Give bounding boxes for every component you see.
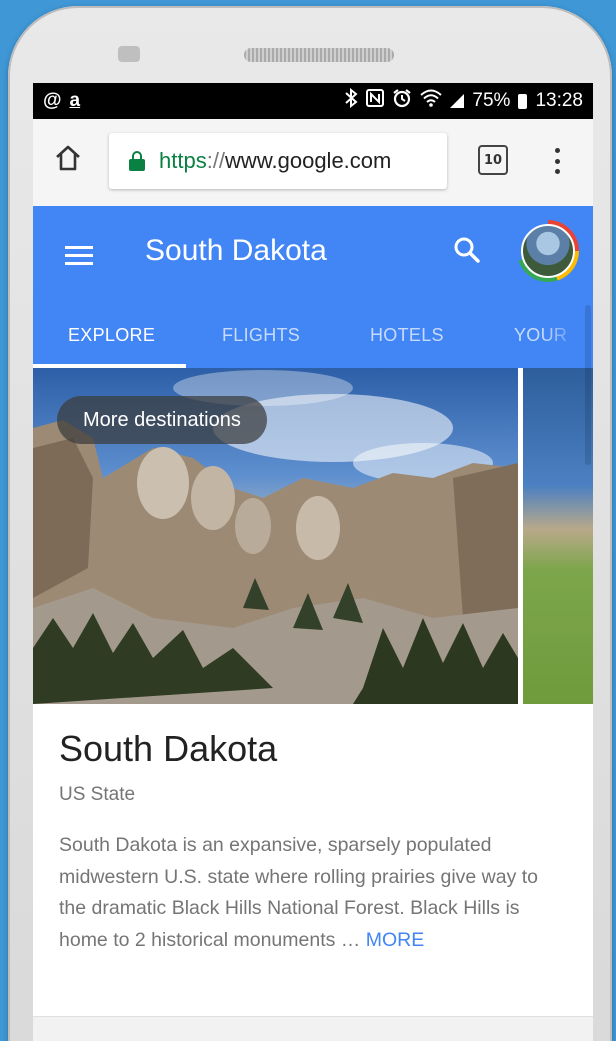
home-button[interactable] — [53, 143, 83, 173]
alarm-icon — [392, 88, 412, 114]
overflow-menu-button[interactable] — [545, 144, 569, 178]
description-text: South Dakota is an expansive, sparsely p… — [59, 834, 539, 951]
place-description: South Dakota is an expansive, sparsely p… — [59, 830, 569, 956]
next-destination-preview[interactable] — [523, 368, 593, 704]
wifi-icon — [420, 89, 443, 113]
place-title: South Dakota — [59, 728, 278, 769]
tab-bar: EXPLORE FLIGHTS HOTELS YOUR — [33, 302, 593, 368]
status-bar: @ a 75% 13:28 — [33, 83, 593, 119]
place-type: US State — [59, 784, 136, 805]
next-section — [33, 1017, 593, 1041]
tab-switcher-button[interactable]: 10 — [478, 145, 508, 175]
menu-icon[interactable] — [65, 246, 93, 266]
tab-hotels[interactable]: HOTELS — [370, 302, 444, 368]
battery-icon — [518, 93, 528, 109]
tab-explore[interactable]: EXPLORE — [68, 302, 155, 368]
earpiece-speaker — [244, 48, 394, 62]
scroll-indicator — [585, 305, 591, 465]
browser-toolbar: https://www.google.com 10 — [33, 119, 593, 206]
phone-screen: @ a 75% 13:28 https:// www.google.com 1… — [33, 83, 593, 1041]
url-scheme: https — [159, 148, 207, 173]
avatar[interactable] — [517, 220, 579, 282]
nfc-icon — [366, 89, 385, 113]
notification-icon-at: @ — [43, 90, 62, 111]
tab-flights[interactable]: FLIGHTS — [222, 302, 300, 368]
url-bar[interactable]: https://www.google.com — [109, 133, 447, 189]
place-info-card: South Dakota US State South Dakota is an… — [33, 704, 593, 1014]
signal-icon — [450, 94, 465, 108]
app-header: South Dakota EXPLORE FLIGHTS HOTELS YOUR — [33, 206, 593, 368]
home-icon — [56, 145, 80, 171]
more-destinations-chip[interactable]: More destinations — [57, 396, 267, 444]
notification-icon-amazon: a — [69, 90, 81, 111]
url-separator: :// — [206, 148, 226, 173]
front-camera — [118, 46, 140, 62]
more-vert-icon — [554, 148, 560, 153]
hero-image[interactable]: More destinations — [33, 368, 518, 704]
search-button[interactable] — [453, 236, 481, 264]
search-icon — [454, 237, 480, 263]
battery-percent: 75% — [472, 90, 511, 111]
more-link[interactable]: MORE — [366, 929, 425, 951]
header-title: South Dakota — [145, 234, 327, 267]
url-host: www.google.com — [225, 148, 392, 173]
clock: 13:28 — [535, 90, 583, 111]
lock-icon — [129, 151, 145, 171]
bluetooth-icon — [344, 87, 358, 114]
